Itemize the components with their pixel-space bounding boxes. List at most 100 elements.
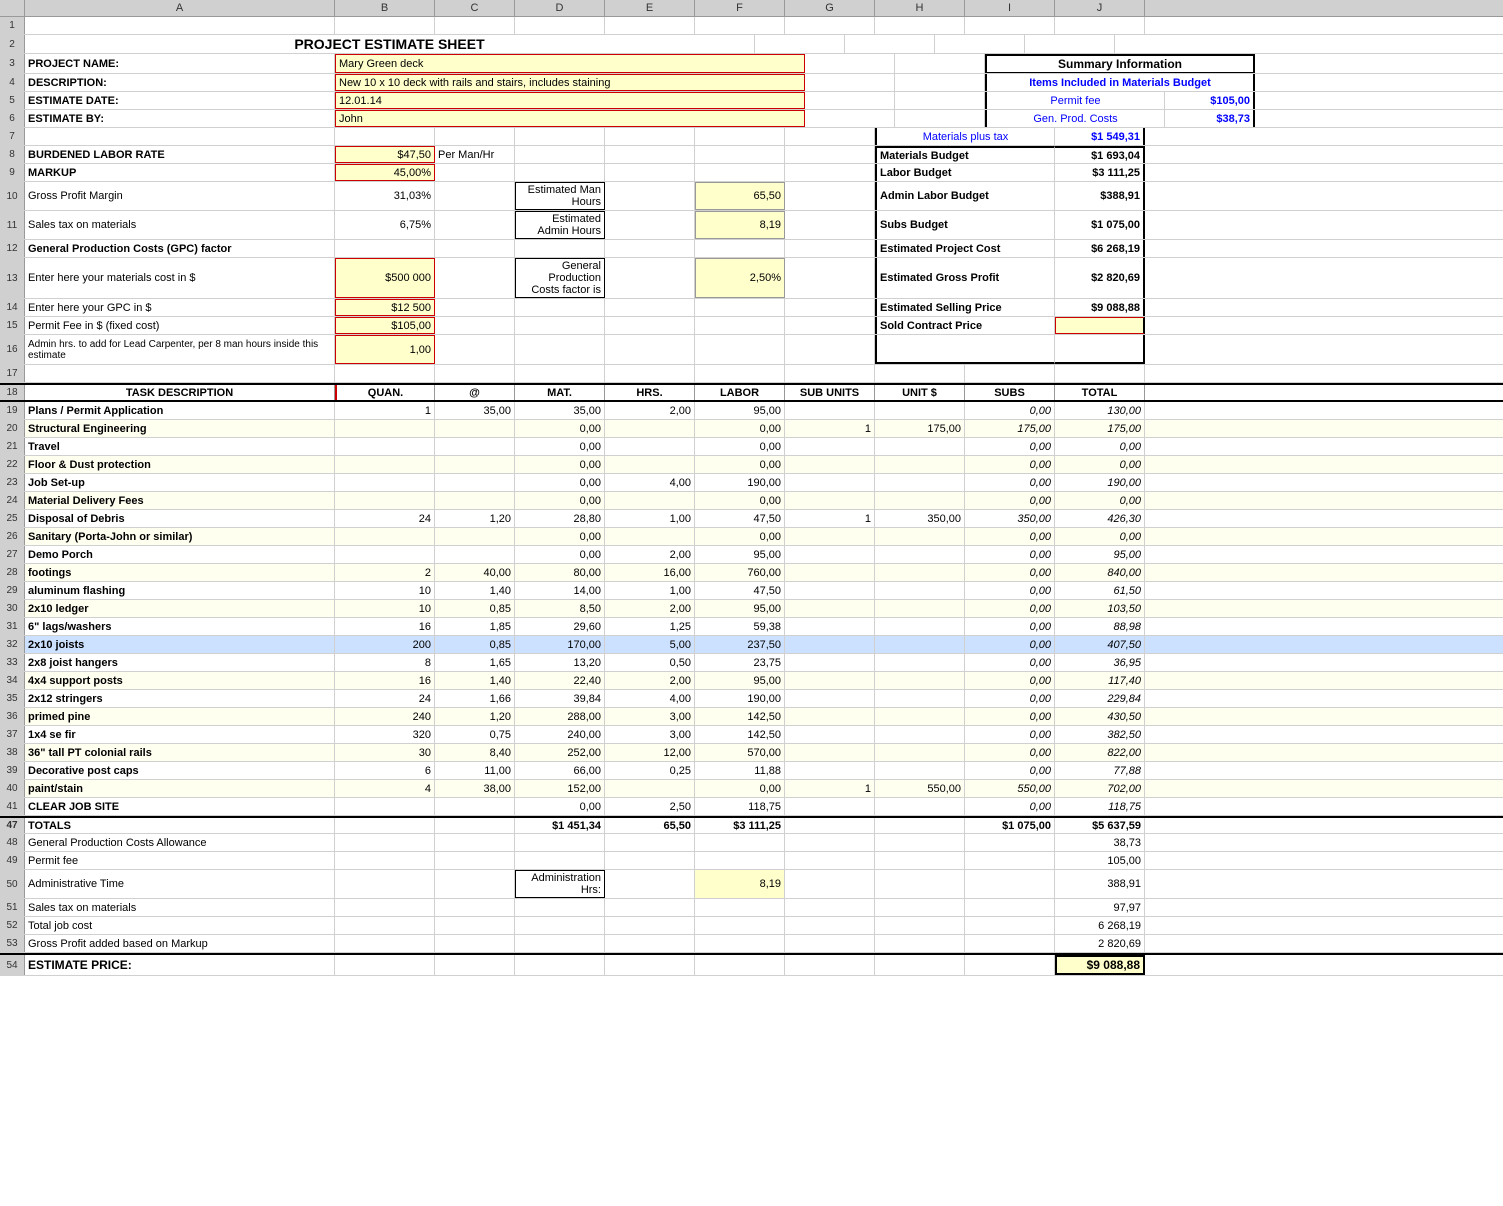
task-total-30: 103,50: [1055, 600, 1145, 617]
gpc-costs-label: General Production Costs factor is: [515, 258, 605, 298]
burdened-labor-value[interactable]: $47,50: [335, 146, 435, 163]
task-labor-28: 760,00: [695, 564, 785, 581]
task-row-24: 24 Material Delivery Fees 0,00 0,00 0,00…: [0, 492, 1503, 510]
description-label: DESCRIPTION:: [25, 74, 335, 91]
task-unit-s-39: [875, 762, 965, 779]
task-quan-31: 16: [335, 618, 435, 635]
task-header-row: 18 TASK DESCRIPTION QUAN. @ MAT. HRS. LA…: [0, 383, 1503, 402]
task-unit-s-29: [875, 582, 965, 599]
task-hrs-26: [605, 528, 695, 545]
row-8: 8 BURDENED LABOR RATE $47,50 Per Man/Hr …: [0, 146, 1503, 164]
task-hrs-29: 1,00: [605, 582, 695, 599]
task-labor-30: 95,00: [695, 600, 785, 617]
task-labor-22: 0,00: [695, 456, 785, 473]
task-sub-units-19: [785, 402, 875, 419]
task-hrs-31: 1,25: [605, 618, 695, 635]
task-unit-s-33: [875, 654, 965, 671]
row-15: 15 Permit Fee in $ (fixed cost) $105,00 …: [0, 317, 1503, 335]
row-10: 10 Gross Profit Margin 31,03% Estimated …: [0, 182, 1503, 211]
task-sub-units-25: 1: [785, 510, 875, 527]
col-header-g: G: [785, 0, 875, 16]
task-row-29: 29 aluminum flashing 10 1,40 14,00 1,00 …: [0, 582, 1503, 600]
task-mat-38: 252,00: [515, 744, 605, 761]
task-desc-32: 2x10 joists: [25, 636, 335, 653]
task-at-41: [435, 798, 515, 815]
task-unit-s-19: [875, 402, 965, 419]
row-7: 7 Materials plus tax $1 549,31: [0, 128, 1503, 146]
task-total-33: 36,95: [1055, 654, 1145, 671]
task-at-26: [435, 528, 515, 545]
task-sub-units-29: [785, 582, 875, 599]
subs-budget-label: Subs Budget: [875, 211, 1055, 239]
task-hrs-23: 4,00: [605, 474, 695, 491]
task-desc-21: Travel: [25, 438, 335, 455]
task-mat-28: 80,00: [515, 564, 605, 581]
est-gross-profit-label: Estimated Gross Profit: [875, 258, 1055, 298]
task-subs-27: 0,00: [965, 546, 1055, 563]
task-sub-units-33: [785, 654, 875, 671]
task-total-21: 0,00: [1055, 438, 1145, 455]
task-subs-29: 0,00: [965, 582, 1055, 599]
task-labor-33: 23,75: [695, 654, 785, 671]
task-desc-22: Floor & Dust protection: [25, 456, 335, 473]
task-quan-23: [335, 474, 435, 491]
task-row-31: 31 6" lags/washers 16 1,85 29,60 1,25 59…: [0, 618, 1503, 636]
task-hrs-41: 2,50: [605, 798, 695, 815]
row-9: 9 MARKUP 45,00% Labor Budget $3 111,25: [0, 164, 1503, 182]
task-total-23: 190,00: [1055, 474, 1145, 491]
task-quan-41: [335, 798, 435, 815]
row-51: 51 Sales tax on materials 97,97: [0, 899, 1503, 917]
project-name-label: PROJECT NAME:: [25, 54, 335, 73]
task-total-40: 702,00: [1055, 780, 1145, 797]
task-sub-units-41: [785, 798, 875, 815]
task-row-38: 38 36" tall PT colonial rails 30 8,40 25…: [0, 744, 1503, 762]
sales-tax-value: 6,75%: [335, 211, 435, 239]
task-subs-38: 0,00: [965, 744, 1055, 761]
task-at-24: [435, 492, 515, 509]
admin-hrs-value[interactable]: 1,00: [335, 335, 435, 364]
task-at-34: 1,40: [435, 672, 515, 689]
task-subs-34: 0,00: [965, 672, 1055, 689]
task-sub-units-31: [785, 618, 875, 635]
column-headers: A B C D E F G H I J: [0, 0, 1503, 17]
sold-contract-value[interactable]: [1055, 317, 1145, 334]
task-mat-36: 288,00: [515, 708, 605, 725]
task-quan-26: [335, 528, 435, 545]
task-row-34: 34 4x4 support posts 16 1,40 22,40 2,00 …: [0, 672, 1503, 690]
materials-cost-value[interactable]: $500 000: [335, 258, 435, 298]
task-at-31: 1,85: [435, 618, 515, 635]
estimate-by-input[interactable]: John: [335, 110, 805, 127]
description-input[interactable]: New 10 x 10 deck with rails and stairs, …: [335, 74, 805, 91]
task-at-20: [435, 420, 515, 437]
task-unit-s-23: [875, 474, 965, 491]
task-desc-39: Decorative post caps: [25, 762, 335, 779]
col-header-d: D: [515, 0, 605, 16]
task-subs-31: 0,00: [965, 618, 1055, 635]
col-task: TASK DESCRIPTION: [25, 385, 335, 400]
task-unit-s-32: [875, 636, 965, 653]
markup-value[interactable]: 45,00%: [335, 164, 435, 181]
task-total-34: 117,40: [1055, 672, 1145, 689]
task-desc-33: 2x8 joist hangers: [25, 654, 335, 671]
task-sub-units-34: [785, 672, 875, 689]
estimate-price-label: ESTIMATE PRICE:: [25, 955, 335, 975]
task-hrs-21: [605, 438, 695, 455]
task-quan-19: 1: [335, 402, 435, 419]
task-subs-22: 0,00: [965, 456, 1055, 473]
task-at-30: 0,85: [435, 600, 515, 617]
materials-plus-tax-value: $1 549,31: [1055, 128, 1145, 145]
estimate-date-input[interactable]: 12.01.14: [335, 92, 805, 109]
task-unit-s-36: [875, 708, 965, 725]
row-48: 48 General Production Costs Allowance 38…: [0, 834, 1503, 852]
col-labor: LABOR: [695, 385, 785, 400]
project-name-input[interactable]: Mary Green deck: [335, 54, 805, 73]
task-sub-units-40: 1: [785, 780, 875, 797]
permit-fee-value[interactable]: $105,00: [335, 317, 435, 334]
task-desc-25: Disposal of Debris: [25, 510, 335, 527]
task-hrs-40: [605, 780, 695, 797]
est-admin-hours-value: 8,19: [695, 211, 785, 239]
task-subs-19: 0,00: [965, 402, 1055, 419]
task-labor-39: 11,88: [695, 762, 785, 779]
task-sub-units-26: [785, 528, 875, 545]
gpc-in-value[interactable]: $12 500: [335, 299, 435, 316]
